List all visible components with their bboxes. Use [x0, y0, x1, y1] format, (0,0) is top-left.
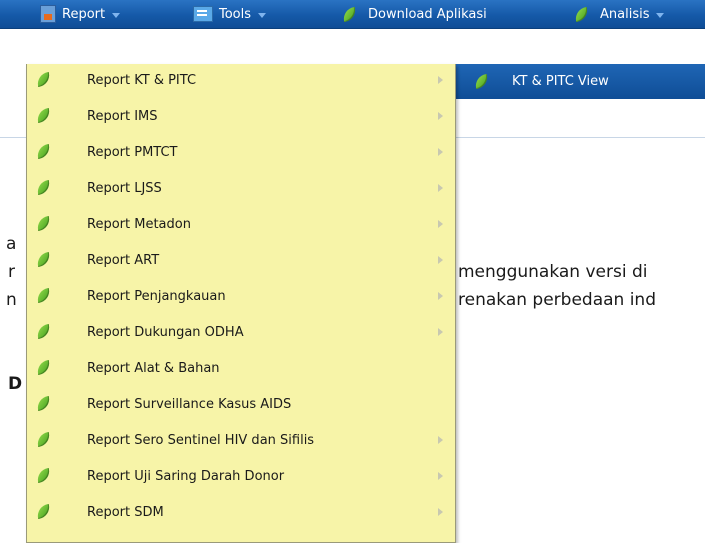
top-menubar: Report Tools Download Aplikasi Analisis	[0, 0, 705, 29]
page-heading-fragment: D	[8, 374, 23, 394]
menu-item-label: Report Metadon	[87, 217, 191, 232]
kt-pitc-view-tab[interactable]: KT & PITC View	[455, 64, 705, 99]
menu-download-label: Download Aplikasi	[368, 6, 487, 22]
chevron-down-icon	[656, 13, 665, 18]
chevron-right-icon	[438, 184, 443, 192]
leaf-icon	[35, 251, 52, 268]
menu-item-label: Report PMTCT	[87, 145, 178, 160]
menu-item-label: Report KT & PITC	[87, 73, 197, 88]
menu-item-report-ims[interactable]: Report IMS	[27, 100, 455, 134]
menu-analisis-label: Analisis	[600, 6, 650, 22]
chevron-right-icon	[438, 292, 443, 300]
menu-item-report-metadon[interactable]: Report Metadon	[27, 208, 455, 242]
leaf-icon	[573, 6, 590, 22]
menu-item-label: Report Surveillance Kasus AIDS	[87, 397, 292, 412]
chevron-right-icon	[438, 436, 443, 444]
menu-item-report-surveillance-aids[interactable]: Report Surveillance Kasus AIDS	[27, 388, 455, 422]
chevron-right-icon	[438, 256, 443, 264]
page-text-line: menggunakan versi di	[458, 262, 648, 282]
page-text-fragment: n	[6, 290, 17, 310]
leaf-icon	[341, 6, 358, 22]
menu-item-report-pmtct[interactable]: Report PMTCT	[27, 136, 455, 170]
menu-item-label: Report LJSS	[87, 181, 162, 196]
menu-item-label: Report SDM	[87, 505, 164, 520]
chevron-down-icon	[112, 13, 121, 18]
leaf-icon	[35, 395, 52, 412]
chevron-right-icon	[438, 76, 443, 84]
chevron-right-icon	[438, 220, 443, 228]
leaf-icon	[35, 179, 52, 196]
leaf-icon	[35, 215, 52, 232]
menu-item-report-sero-sentinel[interactable]: Report Sero Sentinel HIV dan Sifilis	[27, 424, 455, 458]
chevron-right-icon	[438, 112, 443, 120]
chevron-down-icon	[258, 13, 267, 18]
menu-item-report-alat-bahan[interactable]: Report Alat & Bahan	[27, 352, 455, 386]
menu-report-label: Report	[62, 6, 106, 22]
page-text-fragment: r	[8, 262, 15, 282]
menu-analisis[interactable]: Analisis	[573, 0, 665, 28]
leaf-icon	[35, 503, 52, 520]
menu-item-label: Report IMS	[87, 109, 158, 124]
page-text-fragment: a	[6, 234, 17, 254]
chevron-right-icon	[438, 472, 443, 480]
tools-icon	[193, 6, 213, 22]
menu-item-report-dukungan-odha[interactable]: Report Dukungan ODHA	[27, 316, 455, 350]
leaf-icon	[35, 71, 52, 88]
leaf-icon	[35, 143, 52, 160]
leaf-icon	[35, 359, 52, 376]
menu-item-report-sdm[interactable]: Report SDM	[27, 496, 455, 530]
leaf-icon	[473, 73, 490, 90]
kt-pitc-view-label: KT & PITC View	[512, 74, 609, 89]
page-text-line: renakan perbedaan ind	[458, 290, 656, 310]
leaf-icon	[35, 287, 52, 304]
menu-item-report-penjangkauan[interactable]: Report Penjangkauan	[27, 280, 455, 314]
report-icon	[40, 5, 56, 23]
menu-item-label: Report Uji Saring Darah Donor	[87, 469, 285, 484]
menu-download-aplikasi[interactable]: Download Aplikasi	[341, 0, 487, 28]
leaf-icon	[35, 431, 52, 448]
chevron-right-icon	[438, 328, 443, 336]
leaf-icon	[35, 467, 52, 484]
chevron-right-icon	[438, 508, 443, 516]
chevron-right-icon	[438, 148, 443, 156]
menu-item-report-ljss[interactable]: Report LJSS	[27, 172, 455, 206]
menu-tools-label: Tools	[219, 6, 252, 22]
menu-item-report-art[interactable]: Report ART	[27, 244, 455, 278]
menu-item-label: Report ART	[87, 253, 160, 268]
menu-item-report-uji-saring-darah[interactable]: Report Uji Saring Darah Donor	[27, 460, 455, 494]
report-dropdown-menu: Report KT & PITC Report IMS Report PMTCT…	[26, 64, 456, 543]
menu-item-report-kt-pitc[interactable]: Report KT & PITC	[27, 64, 455, 98]
menu-item-label: Report Sero Sentinel HIV dan Sifilis	[87, 433, 315, 448]
menu-item-label: Report Penjangkauan	[87, 289, 226, 304]
menu-tools[interactable]: Tools	[193, 0, 267, 28]
leaf-icon	[35, 107, 52, 124]
menu-report[interactable]: Report	[40, 0, 121, 28]
leaf-icon	[35, 323, 52, 340]
menu-item-label: Report Dukungan ODHA	[87, 325, 244, 340]
menu-item-label: Report Alat & Bahan	[87, 361, 220, 376]
